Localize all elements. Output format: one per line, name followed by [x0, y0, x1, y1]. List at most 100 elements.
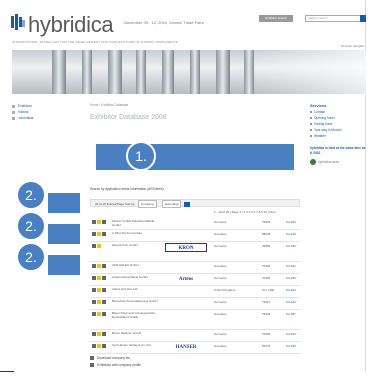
info-icon[interactable]: [97, 344, 101, 348]
table-row[interactable]: Bernecker Automatisierung GmbH Germany 7…: [90, 298, 300, 310]
profile-filter-link[interactable]: Exhibitors with company profile: [90, 363, 141, 367]
zip: 73893: [262, 220, 271, 224]
letter-icon[interactable]: [102, 220, 106, 224]
letter-icon[interactable]: [102, 288, 106, 292]
filter-label[interactable]: Search by application areas Information …: [90, 187, 164, 191]
info-icon[interactable]: [97, 276, 101, 280]
profile-icon: [90, 363, 94, 367]
letter-icon[interactable]: [102, 332, 106, 336]
hall-stand[interactable]: C2.403: [286, 332, 296, 336]
hall-stand[interactable]: C2.463: [286, 288, 296, 292]
hall-stand[interactable]: C2.459: [286, 344, 296, 348]
table-row[interactable]: A-Plus AG Formenbau Germany 88045 C2.416: [90, 230, 300, 242]
zip: 75181: [262, 264, 271, 268]
logo-text[interactable]: hybridica: [28, 12, 114, 38]
info-icon[interactable]: [97, 232, 101, 236]
hall-stand[interactable]: C2.422: [286, 300, 296, 304]
hall-stand[interactable]: C2.416: [286, 232, 296, 236]
zip: 75203: [262, 312, 271, 316]
sidebar-link-contact[interactable]: Contact: [310, 110, 366, 114]
table-row[interactable]: Bruno Reißner GmbH Germany 70469 C2.403: [90, 330, 300, 342]
pagination[interactable]: 1 - 10 of 25 | Page 1 | 2 3 4 5 6 7 8 9 …: [214, 210, 276, 214]
company-name[interactable]: Partner GmbH Maschinenfabrik GmbH: [112, 219, 162, 227]
info-icon[interactable]: [97, 244, 101, 248]
profile-icon[interactable]: [92, 288, 96, 292]
company-logo: KRON: [165, 243, 207, 252]
marker-2a: 2.: [16, 180, 46, 210]
table-row[interactable]: Atkins and Hoo Ltd. United Kingdom SL7 1…: [90, 286, 300, 298]
hall-stand[interactable]: C2.487: [286, 312, 296, 316]
breadcrumb[interactable]: Home › Exhibitor Database: [90, 103, 128, 107]
company-name[interactable]: Atkins and Hoo Ltd.: [112, 287, 162, 292]
profile-icon[interactable]: [92, 220, 96, 224]
profile-icon[interactable]: [92, 312, 96, 316]
letter-icon[interactable]: [102, 232, 106, 236]
table-row[interactable]: ahrend-kron GmbH KRON Germany 44866 C2.3…: [90, 242, 300, 262]
order-select[interactable]: ascending: [161, 200, 182, 208]
company-name[interactable]: Arteos Deutschland GmbH: [112, 275, 162, 280]
hall-stand[interactable]: C2.402: [286, 264, 296, 268]
country: Germany: [214, 232, 227, 236]
letter-icon[interactable]: [102, 264, 106, 268]
sidebar-link-weather[interactable]: Weather: [310, 134, 366, 138]
company-name[interactable]: ahrend-kron GmbH: [112, 243, 162, 248]
zip: 70469: [262, 332, 271, 336]
profile-icon[interactable]: [92, 244, 96, 248]
sidebar-link-stay[interactable]: Your stay in Munich: [310, 128, 366, 132]
marker-2b: 2.: [16, 211, 46, 241]
info-icon[interactable]: [97, 300, 101, 304]
letter-icon[interactable]: [102, 312, 106, 316]
nav-item-journalists[interactable]: Journalists: [12, 115, 82, 121]
zip: 88045: [262, 232, 271, 236]
table-row[interactable]: Carl Hanser Verlag & Co. KG HANSER Germa…: [90, 342, 300, 354]
company-name[interactable]: Bayer Polymerforschungsinstitut Deutschl…: [112, 311, 162, 319]
info-icon[interactable]: [97, 312, 101, 316]
news-teaser[interactable]: hybridica is held at the same time as K …: [310, 146, 366, 155]
profile-icon[interactable]: [92, 300, 96, 304]
profile-icon[interactable]: [92, 264, 96, 268]
country: Germany: [214, 300, 227, 304]
download-list-link[interactable]: Download company list: [90, 356, 141, 360]
avatar: [310, 159, 316, 165]
hall-stand[interactable]: C2.466: [286, 276, 296, 280]
zip: 44866: [262, 244, 271, 248]
sidebar-link-opening-hours[interactable]: Opening hours: [310, 116, 366, 120]
event-date: November 09 - 12, 2010, Munich Trade Fai…: [124, 20, 204, 25]
sidebar-link-getting-there[interactable]: Getting there: [310, 122, 366, 126]
filter-go-button[interactable]: [184, 201, 191, 207]
zip: 79417: [262, 300, 271, 304]
table-row[interactable]: AMS ESLEX GmbH Germany 75181 C2.402: [90, 262, 300, 274]
search-submit-button[interactable]: [360, 15, 366, 22]
info-icon[interactable]: [97, 220, 101, 224]
hall-stand[interactable]: C2.460: [286, 220, 296, 224]
company-name[interactable]: Carl Hanser Verlag & Co. KG: [112, 343, 162, 348]
zip: SL7 1NE: [262, 288, 275, 292]
exhibitor-search-button[interactable]: Exhibitor search: [259, 15, 293, 22]
letter-icon[interactable]: [102, 344, 106, 348]
info-icon[interactable]: [97, 264, 101, 268]
table-row[interactable]: Partner GmbH Maschinenfabrik GmbH German…: [90, 218, 300, 230]
profile-icon[interactable]: [92, 232, 96, 236]
hall-stand[interactable]: C2.330: [286, 244, 296, 248]
country: United Kingdom: [214, 288, 236, 292]
company-name[interactable]: A-Plus AG Formenbau: [112, 231, 162, 236]
search-input[interactable]: Fulltext search: [305, 15, 361, 22]
company-logo: HANSER: [175, 345, 197, 350]
country: Germany: [214, 244, 227, 248]
company-name[interactable]: AMS ESLEX GmbH: [112, 263, 162, 268]
company-name[interactable]: Bruno Reißner GmbH: [112, 331, 162, 336]
language-switch[interactable]: Deutsch | English: [341, 44, 364, 48]
letter-icon[interactable]: [102, 276, 106, 280]
info-icon[interactable]: [97, 288, 101, 292]
sort-select[interactable]: Company: [138, 200, 157, 208]
info-icon[interactable]: [97, 332, 101, 336]
profile-icon[interactable]: [92, 332, 96, 336]
table-row[interactable]: Bayer Polymerforschungsinstitut Deutschl…: [90, 310, 300, 330]
logo-icon: [11, 14, 25, 30]
letter-icon[interactable]: [102, 300, 106, 304]
company-name[interactable]: Bernecker Automatisierung GmbH: [112, 299, 162, 304]
twitter-teaser[interactable]: hybridica.news: [310, 159, 366, 165]
profile-icon[interactable]: [92, 344, 96, 348]
table-row[interactable]: Arteos Deutschland GmbH Arteos Germany 4…: [90, 274, 300, 286]
profile-icon[interactable]: [92, 276, 96, 280]
